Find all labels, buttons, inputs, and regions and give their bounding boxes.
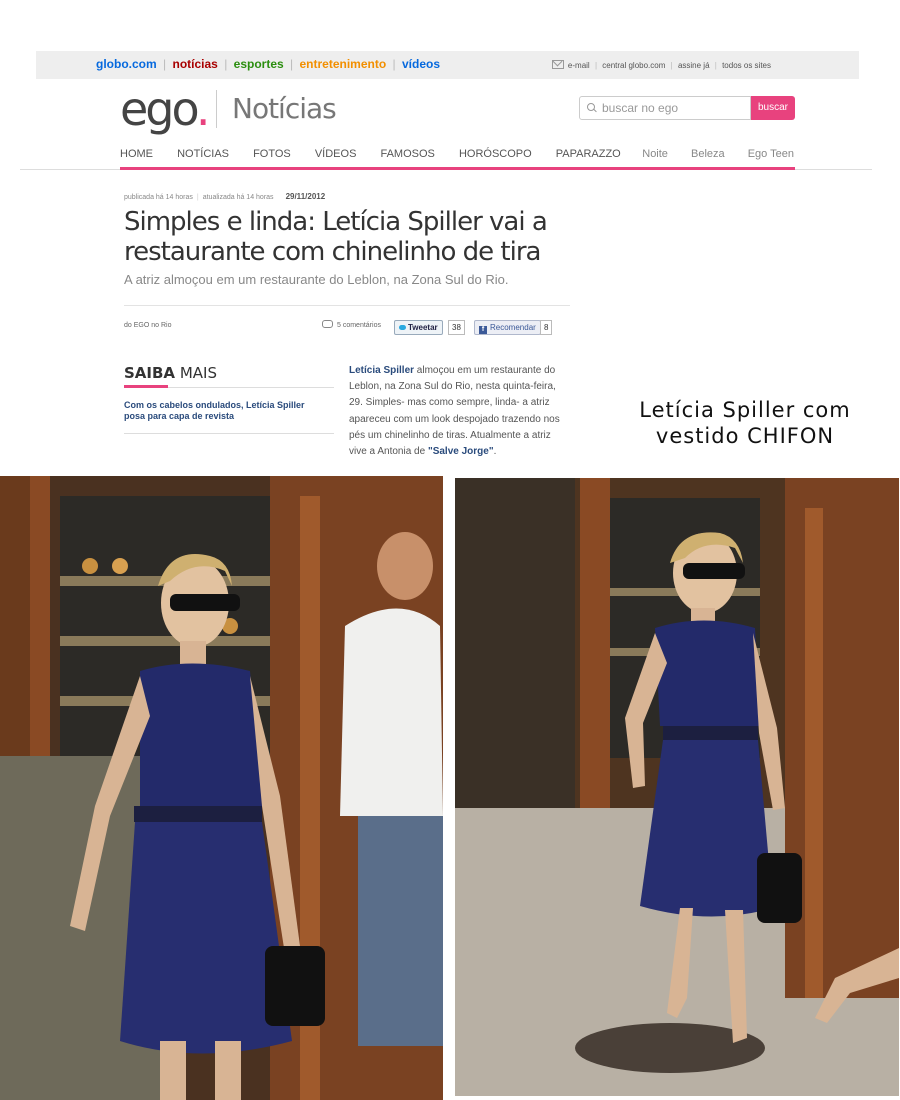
separator: | (670, 61, 673, 70)
header-divider (216, 90, 217, 128)
globo-link-noticias[interactable]: notícias (172, 57, 217, 71)
facebook-recommend-button[interactable]: f Recomendar (474, 320, 541, 335)
twitter-bird-icon (399, 325, 406, 330)
nav-ego-teen[interactable]: Ego Teen (748, 148, 794, 160)
saiba-mais-title: SAIBA MAIS (124, 364, 217, 382)
separator: | (714, 61, 717, 70)
section-title: Notícias (232, 92, 337, 125)
separator: | (163, 57, 167, 71)
photo-right-image (455, 478, 899, 1096)
article-byline: do EGO no Rio (124, 322, 172, 329)
nav-paparazzo[interactable]: PAPARAZZO (556, 148, 621, 160)
separator: | (594, 61, 598, 70)
search-icon (587, 103, 595, 111)
published-time: publicada há 14 horas (124, 194, 193, 201)
body-end: . (493, 446, 497, 458)
separator: | (224, 57, 228, 71)
article-body: Letícia Spiller almoçou em um restaurant… (349, 363, 571, 460)
fb-count: 8 (540, 320, 553, 335)
globo-link-esportes[interactable]: esportes (234, 57, 284, 71)
separator: | (392, 57, 396, 71)
main-nav: HOME NOTÍCIAS FOTOS VÍDEOS FAMOSOS HORÓS… (120, 148, 642, 160)
secondary-nav: Noite Beleza Ego Teen (622, 148, 794, 160)
comment-bubble-icon (322, 320, 333, 328)
email-link[interactable]: e-mail (568, 61, 590, 70)
nav-videos[interactable]: VÍDEOS (315, 148, 357, 160)
tweet-label: Tweetar (408, 323, 438, 332)
globo-top-bar: globo.com | notícias | esportes | entret… (36, 51, 859, 79)
globo-link-videos[interactable]: vídeos (402, 57, 440, 71)
saiba-title-bold: SAIBA (124, 364, 176, 382)
central-globo-link[interactable]: central globo.com (602, 61, 665, 70)
divider (124, 433, 334, 434)
article-date: 29/11/2012 (285, 192, 326, 201)
photo-left-image (0, 476, 443, 1100)
globo-links: globo.com | notícias | esportes | entret… (96, 57, 440, 71)
nav-noticias[interactable]: NOTÍCIAS (177, 148, 229, 160)
article-headline: Simples e linda: Letícia Spiller vai a r… (124, 207, 548, 267)
photo-left (0, 476, 443, 1100)
saiba-title-rest: MAIS (175, 364, 217, 382)
updated-time: atualizada há 14 horas (202, 194, 274, 201)
nav-noite[interactable]: Noite (642, 148, 668, 160)
ego-logo[interactable]: ego. (120, 82, 211, 136)
globo-account-links: e-mail | central globo.com | assine já |… (551, 60, 771, 70)
photo-right (455, 478, 899, 1096)
nav-home[interactable]: HOME (120, 148, 153, 160)
article-subtitle: A atriz almoçou em um restaurante do Leb… (124, 272, 509, 287)
body-show-link[interactable]: "Salve Jorge" (428, 446, 494, 457)
nav-fotos[interactable]: FOTOS (253, 148, 291, 160)
globo-home-link[interactable]: globo.com (96, 57, 157, 71)
body-name-link[interactable]: Letícia Spiller (349, 365, 414, 376)
article-meta: publicada há 14 horas | atualizada há 14 h… (124, 192, 325, 201)
fb-label: Recomendar (490, 323, 536, 332)
assine-link[interactable]: assine já (678, 61, 710, 70)
related-article-link[interactable]: Com os cabelos ondulados, Letícia Spille… (124, 400, 324, 422)
facebook-icon: f (479, 326, 487, 334)
comments-count: 5 comentários (337, 322, 381, 329)
tweet-button[interactable]: Tweetar (394, 320, 443, 335)
comments-link[interactable]: 5 comentários (322, 320, 381, 329)
nav-accent-bar (120, 167, 795, 170)
nav-horoscopo[interactable]: HORÓSCOPO (459, 148, 532, 160)
globo-link-entretenimento[interactable]: entretenimento (300, 57, 387, 71)
divider (168, 387, 334, 388)
logo-text: ego (120, 82, 199, 136)
tweet-count: 38 (448, 320, 465, 335)
logo-dot: . (195, 82, 211, 136)
nav-famosos[interactable]: FAMOSOS (380, 148, 434, 160)
body-paragraph: almoçou em um restaurante do Leblon, na … (349, 365, 560, 458)
divider (124, 305, 570, 306)
nav-beleza[interactable]: Beleza (691, 148, 725, 160)
search-button[interactable]: buscar (751, 96, 795, 120)
overlay-caption: Letícia Spiller com vestido CHIFON (639, 398, 851, 448)
separator: | (196, 194, 199, 201)
mail-icon (551, 60, 564, 69)
all-sites-link[interactable]: todos os sites (722, 61, 771, 70)
saiba-accent (124, 385, 168, 388)
separator: | (290, 57, 294, 71)
search-input[interactable]: buscar no ego (579, 96, 751, 120)
